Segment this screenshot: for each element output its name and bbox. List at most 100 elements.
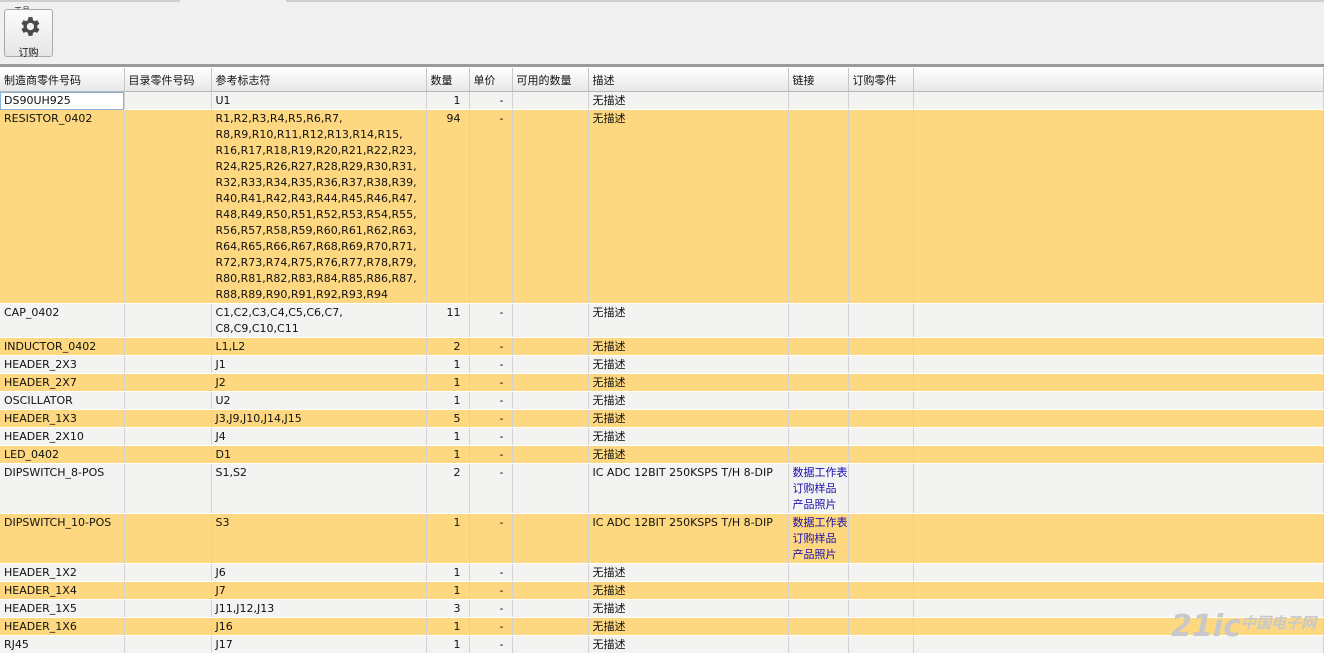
- table-row[interactable]: HEADER_1X5 J11,J12,J13 3- 无描述: [0, 599, 1324, 618]
- column-header-description[interactable]: 描述: [588, 68, 789, 92]
- cell-description[interactable]: 无描述: [588, 635, 789, 654]
- cell-unit-price[interactable]: -: [469, 373, 513, 392]
- cell-mfr-part[interactable]: HEADER_1X6: [0, 617, 125, 636]
- cell-order-part[interactable]: [848, 337, 914, 356]
- cell-order-part[interactable]: [848, 373, 914, 392]
- table-row[interactable]: CAP_0402 C1,C2,C3,C4,C5,C6,C7, C8,C9,C10,C…: [0, 303, 1324, 338]
- cell-catalog-part[interactable]: [124, 617, 212, 636]
- cell-ref-designator[interactable]: J16: [211, 617, 427, 636]
- cell-unit-price[interactable]: -: [469, 109, 513, 304]
- cell-description[interactable]: 无描述: [588, 563, 789, 582]
- cell-description[interactable]: 无描述: [588, 337, 789, 356]
- bom-grid[interactable]: 制造商零件号码 目录零件号码 参考标志符 数量 单价 可用的数量 描述 链接 订…: [0, 68, 1324, 654]
- cell-quantity[interactable]: 1: [426, 373, 470, 392]
- cell-quantity[interactable]: 1: [426, 391, 470, 410]
- cell-available-qty[interactable]: [512, 581, 589, 600]
- cell-ref-designator[interactable]: J17: [211, 635, 427, 654]
- column-header-catalog-part[interactable]: 目录零件号码: [124, 68, 212, 92]
- cell-mfr-part[interactable]: HEADER_2X3: [0, 355, 125, 374]
- cell-ref-designator[interactable]: C1,C2,C3,C4,C5,C6,C7, C8,C9,C10,C11: [211, 303, 427, 338]
- cell-links[interactable]: [788, 373, 849, 392]
- cell-quantity[interactable]: 11: [426, 303, 470, 338]
- cell-quantity[interactable]: 3: [426, 599, 470, 618]
- cell-unit-price[interactable]: -: [469, 355, 513, 374]
- cell-quantity[interactable]: 1: [426, 513, 470, 564]
- column-header-ref-designator[interactable]: 参考标志符: [211, 68, 427, 92]
- cell-order-part[interactable]: [848, 563, 914, 582]
- cell-catalog-part[interactable]: [124, 635, 212, 654]
- cell-unit-price[interactable]: -: [469, 563, 513, 582]
- cell-links[interactable]: [788, 391, 849, 410]
- cell-mfr-part[interactable]: HEADER_1X4: [0, 581, 125, 600]
- cell-quantity[interactable]: 1: [426, 355, 470, 374]
- cell-mfr-part[interactable]: LED_0402: [0, 445, 125, 464]
- cell-order-part[interactable]: [848, 445, 914, 464]
- cell-order-part[interactable]: [848, 427, 914, 446]
- cell-order-part[interactable]: [848, 581, 914, 600]
- cell-available-qty[interactable]: [512, 513, 589, 564]
- cell-links[interactable]: [788, 445, 849, 464]
- cell-ref-designator[interactable]: R1,R2,R3,R4,R5,R6,R7, R8,R9,R10,R11,R12,R…: [211, 109, 427, 304]
- cell-description[interactable]: 无描述: [588, 91, 789, 110]
- cell-quantity[interactable]: 1: [426, 91, 470, 110]
- cell-links[interactable]: [788, 109, 849, 304]
- table-row[interactable]: OSCILLATOR U2 1- 无描述: [0, 391, 1324, 410]
- cell-available-qty[interactable]: [512, 563, 589, 582]
- table-row[interactable]: HEADER_1X6 J16 1- 无描述: [0, 617, 1324, 636]
- cell-quantity[interactable]: 1: [426, 581, 470, 600]
- cell-description[interactable]: 无描述: [588, 391, 789, 410]
- cell-available-qty[interactable]: [512, 355, 589, 374]
- cell-links[interactable]: [788, 337, 849, 356]
- cell-mfr-part[interactable]: HEADER_1X5: [0, 599, 125, 618]
- cell-unit-price[interactable]: -: [469, 513, 513, 564]
- cell-quantity[interactable]: 1: [426, 445, 470, 464]
- cell-description[interactable]: 无描述: [588, 373, 789, 392]
- cell-links[interactable]: [788, 355, 849, 374]
- cell-available-qty[interactable]: [512, 617, 589, 636]
- cell-quantity[interactable]: 94: [426, 109, 470, 304]
- cell-quantity[interactable]: 1: [426, 635, 470, 654]
- ribbon-tab-active[interactable]: [180, 0, 286, 2]
- cell-unit-price[interactable]: -: [469, 581, 513, 600]
- cell-ref-designator[interactable]: D1: [211, 445, 427, 464]
- cell-unit-price[interactable]: -: [469, 391, 513, 410]
- cell-catalog-part[interactable]: [124, 109, 212, 304]
- cell-mfr-part[interactable]: CAP_0402: [0, 303, 125, 338]
- cell-ref-designator[interactable]: J3,J9,J10,J14,J15: [211, 409, 427, 428]
- cell-available-qty[interactable]: [512, 463, 589, 514]
- column-header-quantity[interactable]: 数量: [426, 68, 470, 92]
- cell-available-qty[interactable]: [512, 337, 589, 356]
- cell-mfr-part[interactable]: RJ45: [0, 635, 125, 654]
- cell-available-qty[interactable]: [512, 599, 589, 618]
- table-row[interactable]: DIPSWITCH_10-POS S3 1- IC ADC 12BIT 250KSPS…: [0, 513, 1324, 564]
- cell-ref-designator[interactable]: U2: [211, 391, 427, 410]
- cell-links[interactable]: [788, 303, 849, 338]
- table-row[interactable]: LED_0402 D1 1- 无描述: [0, 445, 1324, 464]
- cell-catalog-part[interactable]: [124, 409, 212, 428]
- cell-available-qty[interactable]: [512, 427, 589, 446]
- cell-available-qty[interactable]: [512, 409, 589, 428]
- cell-links[interactable]: [788, 91, 849, 110]
- cell-catalog-part[interactable]: [124, 463, 212, 514]
- table-row[interactable]: HEADER_1X3 J3,J9,J10,J14,J15 5- 无描述: [0, 409, 1324, 428]
- cell-links[interactable]: [788, 563, 849, 582]
- cell-order-part[interactable]: [848, 599, 914, 618]
- cell-available-qty[interactable]: [512, 391, 589, 410]
- table-row[interactable]: INDUCTOR_0402 L1,L2 2- 无描述: [0, 337, 1324, 356]
- cell-ref-designator[interactable]: J1: [211, 355, 427, 374]
- cell-order-part[interactable]: [848, 303, 914, 338]
- cell-available-qty[interactable]: [512, 303, 589, 338]
- cell-links[interactable]: [788, 409, 849, 428]
- cell-description[interactable]: 无描述: [588, 445, 789, 464]
- cell-catalog-part[interactable]: [124, 91, 212, 110]
- cell-unit-price[interactable]: -: [469, 617, 513, 636]
- cell-order-part[interactable]: [848, 463, 914, 514]
- cell-order-part[interactable]: [848, 91, 914, 110]
- cell-order-part[interactable]: [848, 409, 914, 428]
- cell-catalog-part[interactable]: [124, 445, 212, 464]
- cell-links[interactable]: 数据工作表 订购样品 产品照片: [788, 463, 849, 514]
- cell-description[interactable]: 无描述: [588, 109, 789, 304]
- cell-description[interactable]: 无描述: [588, 409, 789, 428]
- cell-unit-price[interactable]: -: [469, 91, 513, 110]
- column-header-order-part[interactable]: 订购零件: [848, 68, 914, 92]
